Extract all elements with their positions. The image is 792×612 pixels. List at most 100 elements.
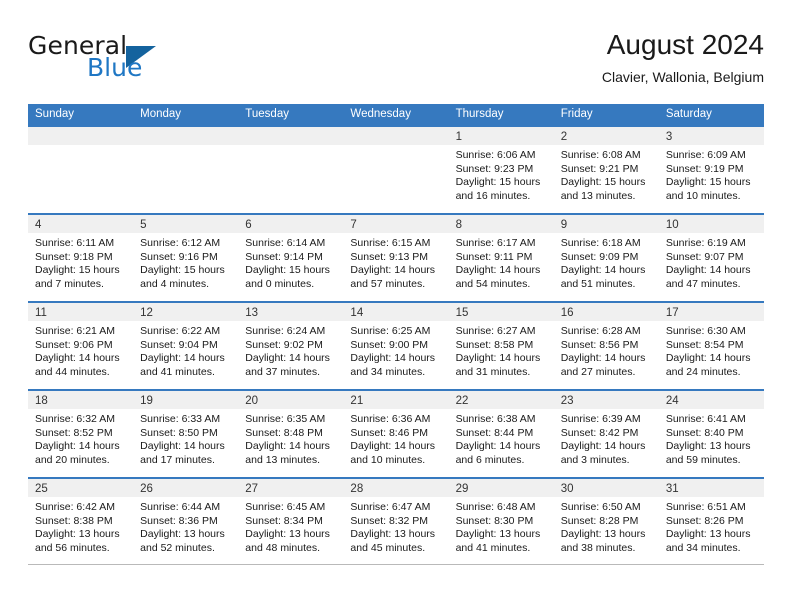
day-number-band: 29 <box>448 479 554 497</box>
daylight-text-line2: and 7 minutes. <box>35 277 104 290</box>
sunset-text: Sunset: 9:07 PM <box>665 250 744 263</box>
calendar-day-cell[interactable]: 24 Sunrise: 6:41 AM Sunset: 8:40 PM Dayligh… <box>658 391 764 477</box>
daylight-text-line2: and 44 minutes. <box>35 365 110 378</box>
day-details: Sunrise: 6:12 AM Sunset: 9:16 PM Daylight:… <box>133 233 238 291</box>
day-number: 9 <box>560 219 568 231</box>
day-number: 18 <box>35 395 48 407</box>
day-number: 4 <box>35 219 42 231</box>
calendar-day-cell[interactable]: 22 Sunrise: 6:38 AM Sunset: 8:44 PM Dayligh… <box>448 391 554 477</box>
calendar-day-cell-empty <box>238 127 344 213</box>
calendar-day-cell[interactable]: 9 Sunrise: 6:18 AM Sunset: 9:09 PM Daylight… <box>553 215 659 301</box>
day-details: Sunrise: 6:50 AM Sunset: 8:28 PM Daylight:… <box>554 497 659 555</box>
day-details: Sunrise: 6:45 AM Sunset: 8:34 PM Daylight:… <box>238 497 343 555</box>
daylight-text-line1: Daylight: 14 hours <box>35 352 120 365</box>
daylight-text-line2: and 37 minutes. <box>245 365 320 378</box>
sunset-text: Sunset: 8:30 PM <box>455 514 534 527</box>
sunset-text: Sunset: 8:52 PM <box>35 426 113 439</box>
calendar-day-cell[interactable]: 21 Sunrise: 6:36 AM Sunset: 8:46 PM Dayligh… <box>343 391 449 477</box>
sunrise-text: Sunrise: 6:24 AM <box>245 325 326 337</box>
calendar-day-cell[interactable]: 11 Sunrise: 6:21 AM Sunset: 9:06 PM Dayligh… <box>28 303 134 389</box>
sunset-text: Sunset: 9:04 PM <box>140 338 218 351</box>
calendar-day-cell[interactable]: 16 Sunrise: 6:28 AM Sunset: 8:56 PM Dayligh… <box>553 303 659 389</box>
calendar-day-cell[interactable]: 7 Sunrise: 6:15 AM Sunset: 9:13 PM Daylight… <box>343 215 449 301</box>
daylight-text-line1: Daylight: 13 hours <box>665 440 751 453</box>
day-details: Sunrise: 6:42 AM Sunset: 8:38 PM Daylight:… <box>28 497 133 555</box>
daylight-text-line2: and 10 minutes. <box>665 189 741 202</box>
daylight-text-line1: Daylight: 14 hours <box>140 352 225 365</box>
weekday-header-saturday: Saturday <box>665 108 712 120</box>
calendar-day-cell[interactable]: 25 Sunrise: 6:42 AM Sunset: 8:38 PM Dayligh… <box>28 479 134 564</box>
calendar-day-cell[interactable]: 30 Sunrise: 6:50 AM Sunset: 8:28 PM Dayligh… <box>553 479 659 564</box>
calendar-day-cell[interactable]: 5 Sunrise: 6:12 AM Sunset: 9:16 PM Daylight… <box>133 215 239 301</box>
day-number-band: 22 <box>448 391 554 409</box>
sunrise-text: Sunrise: 6:28 AM <box>560 325 641 337</box>
calendar-day-cell[interactable]: 19 Sunrise: 6:33 AM Sunset: 8:50 PM Dayligh… <box>133 391 239 477</box>
calendar-day-cell[interactable]: 6 Sunrise: 6:14 AM Sunset: 9:14 PM Daylight… <box>238 215 344 301</box>
weekday-header-thursday: Thursday <box>455 108 504 120</box>
daylight-text-line1: Daylight: 13 hours <box>245 528 330 541</box>
sunset-text: Sunset: 8:56 PM <box>560 338 639 351</box>
day-number-band: 2 <box>553 127 659 145</box>
daylight-text-line2: and 47 minutes. <box>665 277 741 290</box>
calendar-day-cell[interactable]: 29 Sunrise: 6:48 AM Sunset: 8:30 PM Dayligh… <box>448 479 554 564</box>
calendar-day-cell[interactable]: 17 Sunrise: 6:30 AM Sunset: 8:54 PM Dayligh… <box>658 303 764 389</box>
calendar-day-cell[interactable]: 3 Sunrise: 6:09 AM Sunset: 9:19 PM Daylight… <box>658 127 764 213</box>
daylight-text-line1: Daylight: 15 hours <box>560 176 646 189</box>
sunrise-text: Sunrise: 6:21 AM <box>35 325 115 337</box>
day-number-band: 20 <box>238 391 344 409</box>
daylight-text-line1: Daylight: 15 hours <box>245 264 330 277</box>
day-details: Sunrise: 6:19 AM Sunset: 9:07 PM Daylight:… <box>659 233 764 291</box>
calendar-day-cell[interactable]: 13 Sunrise: 6:24 AM Sunset: 9:02 PM Dayligh… <box>238 303 344 389</box>
calendar-day-cell[interactable]: 10 Sunrise: 6:19 AM Sunset: 9:07 PM Dayligh… <box>658 215 764 301</box>
calendar-day-cell[interactable]: 4 Sunrise: 6:11 AM Sunset: 9:18 PM Daylight… <box>28 215 134 301</box>
day-number-band: 24 <box>658 391 764 409</box>
calendar-day-cell[interactable]: 28 Sunrise: 6:47 AM Sunset: 8:32 PM Dayligh… <box>343 479 449 564</box>
sunrise-text: Sunrise: 6:32 AM <box>35 413 115 425</box>
location-subtitle: Clavier, Wallonia, Belgium <box>601 69 764 85</box>
sunrise-text: Sunrise: 6:06 AM <box>455 149 536 161</box>
day-number-band: 21 <box>343 391 449 409</box>
day-number-band <box>28 127 134 145</box>
day-number: 17 <box>665 307 679 319</box>
calendar-day-cell[interactable]: 20 Sunrise: 6:35 AM Sunset: 8:48 PM Dayligh… <box>238 391 344 477</box>
day-number: 2 <box>560 131 568 143</box>
sunrise-text: Sunrise: 6:17 AM <box>455 237 536 249</box>
daylight-text-line2: and 31 minutes. <box>455 365 531 378</box>
day-details: Sunrise: 6:47 AM Sunset: 8:32 PM Daylight:… <box>343 497 448 555</box>
sunset-text: Sunset: 8:46 PM <box>350 426 429 439</box>
day-details: Sunrise: 6:33 AM Sunset: 8:50 PM Daylight:… <box>133 409 238 467</box>
day-number: 24 <box>665 395 679 407</box>
day-number: 29 <box>455 483 469 495</box>
calendar-day-cell[interactable]: 31 Sunrise: 6:51 AM Sunset: 8:26 PM Dayligh… <box>658 479 764 564</box>
calendar-day-cell[interactable]: 14 Sunrise: 6:25 AM Sunset: 9:00 PM Dayligh… <box>343 303 449 389</box>
daylight-text-line1: Daylight: 14 hours <box>245 440 330 453</box>
daylight-text-line2: and 34 minutes. <box>350 365 426 378</box>
calendar-day-cell[interactable]: 27 Sunrise: 6:45 AM Sunset: 8:34 PM Dayligh… <box>238 479 344 564</box>
day-number: 6 <box>245 219 252 231</box>
calendar-day-cell[interactable]: 2 Sunrise: 6:08 AM Sunset: 9:21 PM Daylight… <box>553 127 659 213</box>
day-number-band: 15 <box>448 303 554 321</box>
calendar-day-cell[interactable]: 26 Sunrise: 6:44 AM Sunset: 8:36 PM Dayligh… <box>133 479 239 564</box>
sunset-text: Sunset: 8:36 PM <box>140 514 218 527</box>
daylight-text-line1: Daylight: 13 hours <box>455 528 541 541</box>
weekday-header-row: Sunday Monday Tuesday Wednesday Thursday… <box>28 104 764 125</box>
calendar-day-cell[interactable]: 15 Sunrise: 6:27 AM Sunset: 8:58 PM Dayligh… <box>448 303 554 389</box>
day-details: Sunrise: 6:06 AM Sunset: 9:23 PM Daylight:… <box>449 145 554 203</box>
calendar-day-cell[interactable]: 1 Sunrise: 6:06 AM Sunset: 9:23 PM Daylight… <box>448 127 554 213</box>
day-number-band: 7 <box>343 215 449 233</box>
daylight-text-line2: and 13 minutes. <box>245 453 320 466</box>
daylight-text-line2: and 56 minutes. <box>35 541 110 554</box>
calendar-day-cell[interactable]: 8 Sunrise: 6:17 AM Sunset: 9:11 PM Daylight… <box>448 215 554 301</box>
title-block: August 2024 Clavier, Wallonia, Belgium <box>602 28 764 86</box>
sunset-text: Sunset: 9:06 PM <box>35 338 113 351</box>
sunset-text: Sunset: 8:40 PM <box>665 426 744 439</box>
sunset-text: Sunset: 8:42 PM <box>560 426 639 439</box>
calendar-day-cell[interactable]: 23 Sunrise: 6:39 AM Sunset: 8:42 PM Dayligh… <box>553 391 659 477</box>
daylight-text-line2: and 10 minutes. <box>350 453 426 466</box>
daylight-text-line2: and 17 minutes. <box>140 453 215 466</box>
calendar-day-cell[interactable]: 12 Sunrise: 6:22 AM Sunset: 9:04 PM Dayligh… <box>133 303 239 389</box>
calendar-day-cell[interactable]: 18 Sunrise: 6:32 AM Sunset: 8:52 PM Dayligh… <box>28 391 134 477</box>
day-details: Sunrise: 6:30 AM Sunset: 8:54 PM Daylight:… <box>659 321 764 379</box>
daylight-text-line2: and 3 minutes. <box>560 453 630 466</box>
daylight-text-line1: Daylight: 14 hours <box>560 440 646 453</box>
